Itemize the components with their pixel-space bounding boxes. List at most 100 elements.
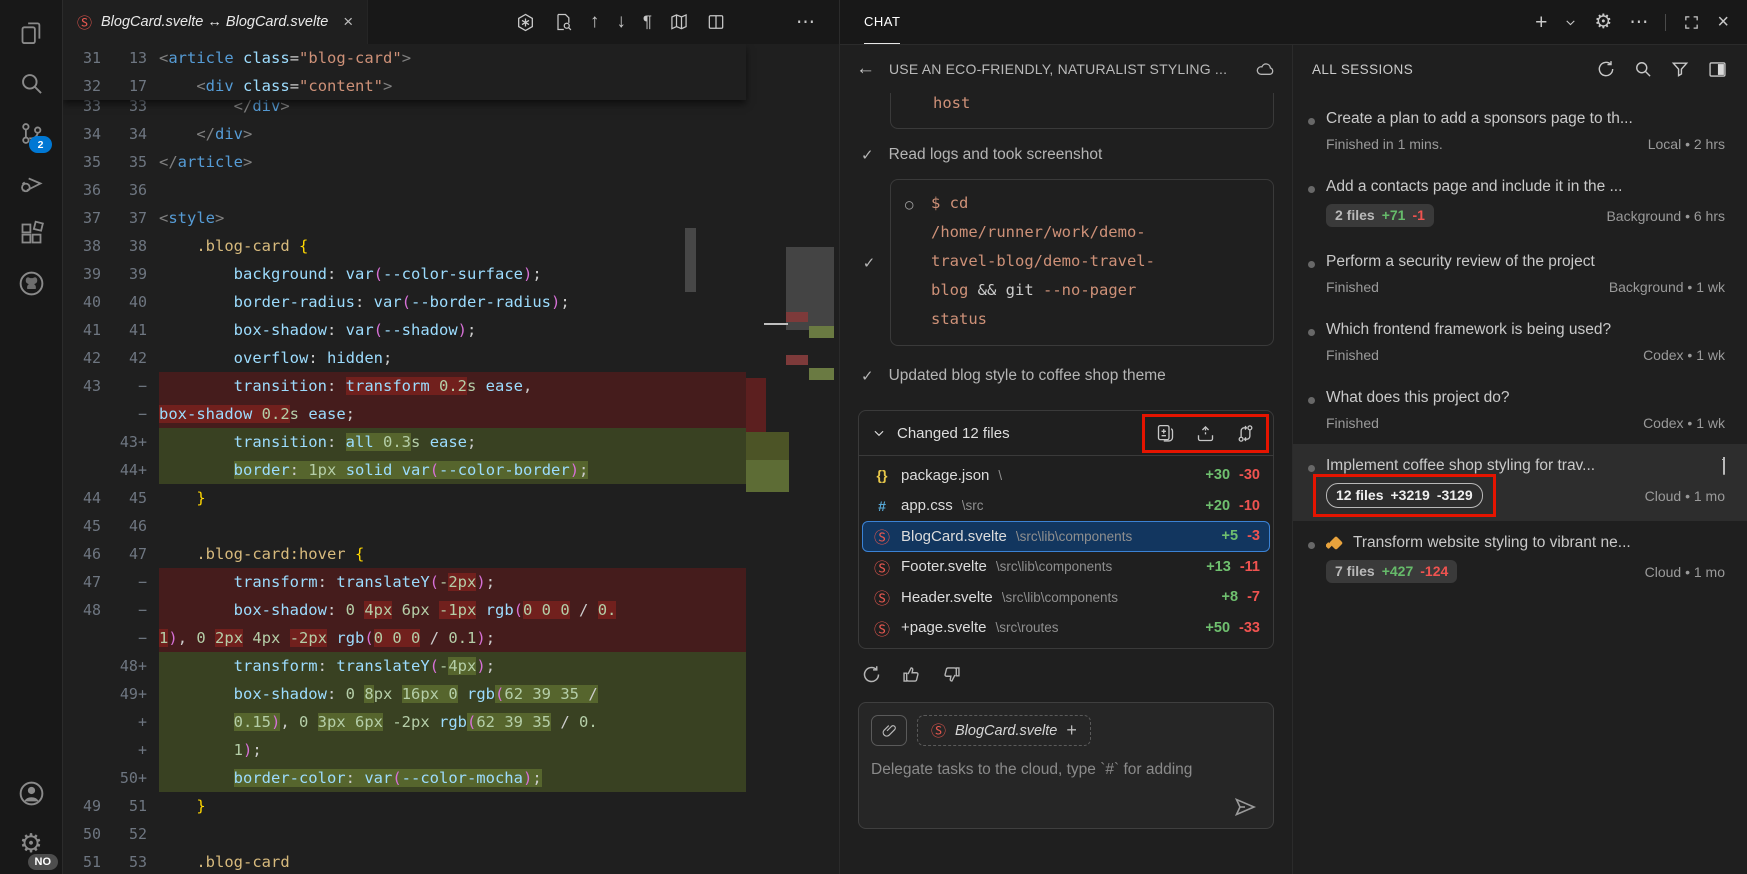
code-line[interactable]: 3939 background: var(--color-surface); xyxy=(63,260,746,288)
code-line[interactable]: + 0.15), 0 3px 6px -2px rgb(62 39 35 / 0… xyxy=(63,708,746,736)
code-line[interactable]: −box-shadow 0.2s ease; xyxy=(63,400,746,428)
session-list-item[interactable]: Perform a security review of the project… xyxy=(1293,240,1747,308)
changed-files-header[interactable]: Changed 12 files xyxy=(859,411,1273,456)
attach-paperclip-icon[interactable] xyxy=(871,715,907,746)
code-line[interactable]: + 1); xyxy=(63,736,746,764)
tab-close-icon[interactable]: × xyxy=(343,12,353,32)
code-line[interactable]: 4546 xyxy=(63,512,746,540)
code-line[interactable]: 3737<style> xyxy=(63,204,746,232)
code-line[interactable]: 4242 overflow: hidden; xyxy=(63,344,746,372)
code-token: : xyxy=(327,601,336,619)
tab-chat[interactable]: CHAT xyxy=(864,0,900,44)
session-list-item[interactable]: Implement coffee shop styling for trav..… xyxy=(1293,444,1747,521)
code-line[interactable]: 4141 box-shadow: var(--shadow); xyxy=(63,316,746,344)
account-icon[interactable] xyxy=(6,768,56,818)
sticky-scroll[interactable]: 3113<article class="blog-card">3217 <div… xyxy=(63,44,746,100)
code-line[interactable]: 47− transform: translateY(-2px); xyxy=(63,568,746,596)
maximize-panel-icon[interactable] xyxy=(1683,14,1700,31)
filter-icon[interactable] xyxy=(1670,59,1690,79)
code-line[interactable]: 49+ box-shadow: 0 8px 16px 0 rgb(62 39 3… xyxy=(63,680,746,708)
code-line[interactable]: 43− transition: transform 0.2s ease, xyxy=(63,372,746,400)
openai-codex-icon[interactable] xyxy=(515,12,536,33)
editor-body[interactable]: 3333 </div>3434 </div>3535</article>3636… xyxy=(63,44,839,874)
chevron-down-icon[interactable] xyxy=(1564,16,1577,29)
session-meta: Local • 2 hrs xyxy=(1648,136,1725,152)
view-all-diffs-icon[interactable] xyxy=(1155,423,1176,444)
previous-change-icon[interactable]: ↑ xyxy=(590,11,600,33)
changed-file-row[interactable]: ⓈBlogCard.svelte\src\lib\components+5-3 xyxy=(862,521,1270,552)
code-line[interactable]: 48+ transform: translateY(-4px); xyxy=(63,652,746,680)
search-sessions-icon[interactable] xyxy=(1633,59,1653,79)
apply-all-changes-icon[interactable] xyxy=(1195,423,1216,444)
github-icon[interactable] xyxy=(6,258,56,308)
chat-input[interactable]: Ⓢ BlogCard.svelte + Delegate tasks to th… xyxy=(858,702,1274,829)
session-list-item[interactable]: Which frontend framework is being used?F… xyxy=(1293,308,1747,376)
code-line[interactable]: 4445 } xyxy=(63,484,746,512)
add-context-icon[interactable]: + xyxy=(1066,720,1077,741)
code-line[interactable]: 43+ transition: all 0.3s ease; xyxy=(63,428,746,456)
session-list-item[interactable]: What does this project do?FinishedCodex … xyxy=(1293,376,1747,444)
code-line[interactable]: 48− box-shadow: 0 4px 6px -1px rgb(0 0 0… xyxy=(63,596,746,624)
split-editor-icon[interactable] xyxy=(706,12,726,32)
search-icon[interactable] xyxy=(6,58,56,108)
code-line[interactable]: 3217 <div class="content"> xyxy=(63,72,746,100)
terminal-command-block[interactable]: ○ $ cd/home/runner/work/demo-travel-blog… xyxy=(890,179,1274,346)
thumbs-up-icon[interactable] xyxy=(901,664,922,685)
code-line[interactable]: 44+ border: 1px solid var(--color-border… xyxy=(63,456,746,484)
changed-file-row[interactable]: Ⓢ+page.svelte\src\routes+50-33 xyxy=(862,613,1270,644)
map-icon[interactable] xyxy=(669,12,689,32)
changed-file-row[interactable]: ⓈHeader.svelte\src\lib\components+8-7 xyxy=(862,582,1270,613)
code-line[interactable]: 3636 xyxy=(63,176,746,204)
collapse-chevron-icon[interactable] xyxy=(872,426,886,440)
code-line[interactable]: 3838 .blog-card { xyxy=(63,232,746,260)
editor-scrollbar[interactable] xyxy=(685,228,696,292)
more-actions-icon[interactable]: ⋯ xyxy=(796,11,815,34)
code-line[interactable]: 3535</article> xyxy=(63,148,746,176)
code-token: ; xyxy=(252,741,261,759)
session-list-item[interactable]: Add a contacts page and include it in th… xyxy=(1293,165,1747,240)
new-chat-icon[interactable]: + xyxy=(1535,12,1547,33)
source-control-icon[interactable]: 2 xyxy=(6,108,56,158)
changed-file-row[interactable]: #app.css\src+20-10 xyxy=(862,491,1270,522)
code-line[interactable]: −1), 0 2px 4px -2px rgb(0 0 0 / 0.1); xyxy=(63,624,746,652)
file-search-icon[interactable] xyxy=(553,12,573,32)
code-line[interactable]: 4951 } xyxy=(63,792,746,820)
send-icon[interactable] xyxy=(1233,795,1257,819)
toggle-panel-layout-icon[interactable] xyxy=(1707,59,1728,80)
code-line[interactable]: 3434 </div> xyxy=(63,120,746,148)
whitespace-icon[interactable]: ¶ xyxy=(643,12,652,32)
context-chip[interactable]: Ⓢ BlogCard.svelte + xyxy=(917,715,1091,746)
code-token xyxy=(159,685,234,703)
close-panel-icon[interactable]: × xyxy=(1717,12,1729,32)
panel-more-icon[interactable]: ⋯ xyxy=(1629,11,1648,34)
session-list-item[interactable]: Create a plan to add a sponsors page to … xyxy=(1293,97,1747,165)
code-line[interactable]: 5153 .blog-card xyxy=(63,848,746,874)
next-change-icon[interactable]: ↓ xyxy=(616,11,626,33)
changed-file-row[interactable]: {}package.json\+30-30 xyxy=(862,460,1270,491)
code-area[interactable]: 3333 </div>3434 </div>3535</article>3636… xyxy=(63,44,746,874)
session-list-item[interactable]: Transform website styling to vibrant ne.… xyxy=(1293,521,1747,596)
code-line[interactable]: 5052 xyxy=(63,820,746,848)
changed-file-row[interactable]: ⓈFooter.svelte\src\lib\components+13-11 xyxy=(862,552,1270,583)
minimap[interactable] xyxy=(746,44,839,874)
chat-scroll-area[interactable]: host ✓ Read logs and took screenshot ✓ ○… xyxy=(840,93,1292,874)
thumbs-down-icon[interactable] xyxy=(941,664,962,685)
explorer-icon[interactable] xyxy=(6,8,56,58)
code-line[interactable]: 50+ border-color: var(--color-mocha); xyxy=(63,764,746,792)
code-token: 8 xyxy=(364,685,373,703)
chat-settings-gear-icon[interactable]: ⚙ xyxy=(1594,12,1612,32)
code-line[interactable]: 3113<article class="blog-card"> xyxy=(63,44,746,72)
back-arrow-icon[interactable]: ← xyxy=(856,58,875,80)
settings-gear-icon[interactable]: ⚙ NO xyxy=(6,818,56,868)
retry-icon[interactable] xyxy=(861,664,882,685)
archive-icon[interactable] xyxy=(1723,457,1725,475)
run-debug-icon[interactable] xyxy=(6,158,56,208)
extensions-icon[interactable] xyxy=(6,208,56,258)
session-title: What does this project do? xyxy=(1326,389,1510,407)
refresh-icon[interactable] xyxy=(1596,59,1616,79)
code-line[interactable]: 4040 border-radius: var(--border-radius)… xyxy=(63,288,746,316)
editor-tab[interactable]: Ⓢ BlogCard.svelte ↔ BlogCard.svelte × xyxy=(63,0,368,44)
code-line[interactable]: 4647 .blog-card:hover { xyxy=(63,540,746,568)
added-count: +50 xyxy=(1205,620,1230,636)
compare-changes-icon[interactable] xyxy=(1235,423,1256,444)
